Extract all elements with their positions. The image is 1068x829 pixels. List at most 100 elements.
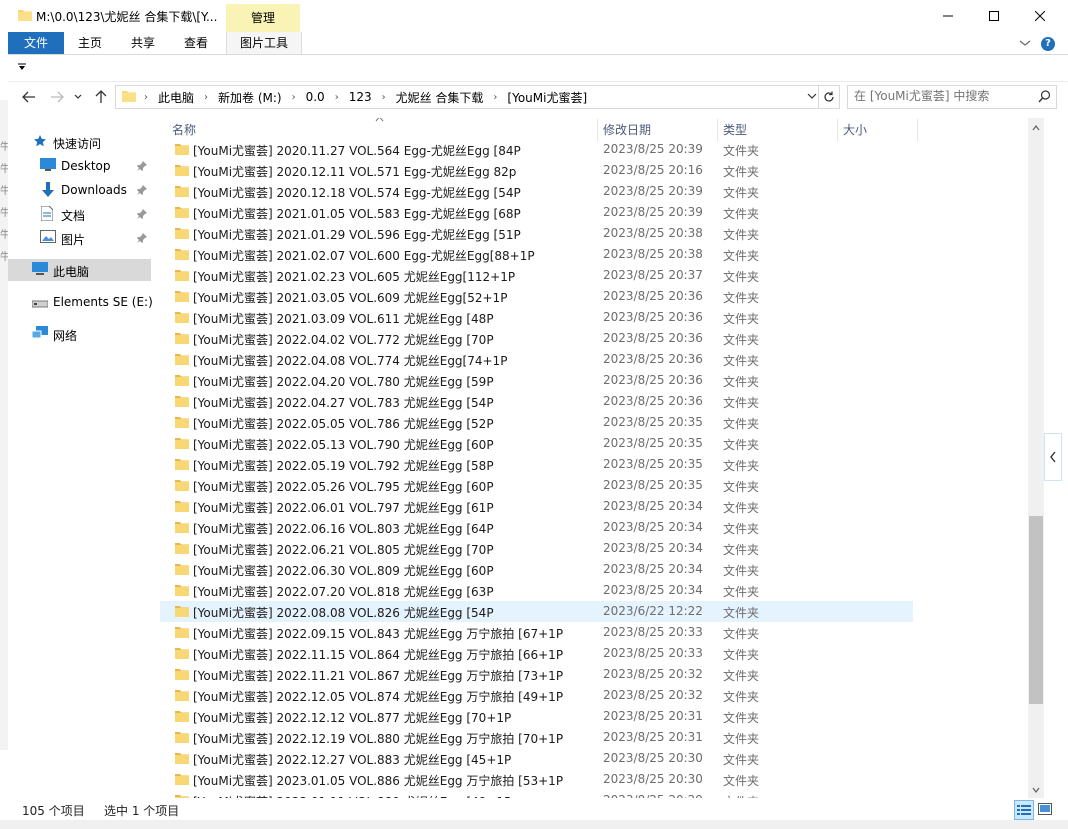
scroll-down-arrow-icon[interactable]: [1032, 782, 1040, 796]
minimize-button[interactable]: [925, 0, 971, 32]
maximize-button[interactable]: [971, 0, 1017, 32]
breadcrumb-folder-123[interactable]: 123: [343, 90, 378, 104]
details-view-button[interactable]: [1014, 800, 1034, 820]
file-row[interactable]: [YouMi尤蜜荟] 2022.04.27 VOL.783 尤妮丝Egg [54…: [160, 391, 913, 412]
nav-item-quick-access[interactable]: 快速访问: [8, 131, 151, 153]
file-row[interactable]: [YouMi尤蜜荟] 2022.04.02 VOL.772 尤妮丝Egg [70…: [160, 328, 913, 349]
column-header-size[interactable]: 大小: [838, 119, 918, 141]
file-row[interactable]: [YouMi尤蜜荟] 2022.11.21 VOL.867 尤妮丝Egg 万宁旅…: [160, 664, 913, 685]
folder-icon: [175, 479, 189, 495]
file-modified-date: 2023/8/25 20:39: [603, 184, 703, 198]
file-modified-date: 2023/8/25 20:34: [603, 562, 703, 576]
file-row[interactable]: [YouMi尤蜜荟] 2021.03.09 VOL.611 尤妮丝Egg [48…: [160, 307, 913, 328]
file-row[interactable]: [YouMi尤蜜荟] 2022.06.01 VOL.797 尤妮丝Egg [61…: [160, 496, 913, 517]
nav-item-documents[interactable]: 文档: [8, 203, 151, 225]
file-row[interactable]: [YouMi尤蜜荟] 2022.07.20 VOL.818 尤妮丝Egg [63…: [160, 580, 913, 601]
breadcrumb-folder-collection[interactable]: 尤妮丝 合集下载: [390, 89, 490, 106]
breadcrumb-separator[interactable]: ›: [288, 92, 300, 103]
tab-picture-tools[interactable]: 图片工具: [226, 32, 302, 54]
file-modified-date: 2023/8/25 20:33: [603, 625, 703, 639]
search-box[interactable]: [847, 85, 1057, 109]
ribbon-tabs: 文件 主页 共享 查看 图片工具 ?: [8, 32, 1068, 54]
file-row[interactable]: [YouMi尤蜜荟] 2022.12.12 VOL.877 尤妮丝Egg [70…: [160, 706, 913, 727]
file-type: 文件夹: [723, 270, 760, 284]
file-row[interactable]: [YouMi尤蜜荟] 2020.12.18 VOL.574 Egg-尤妮丝Egg…: [160, 181, 913, 202]
file-row[interactable]: [YouMi尤蜜荟] 2022.05.26 VOL.795 尤妮丝Egg [60…: [160, 475, 913, 496]
file-row[interactable]: [YouMi尤蜜荟] 2022.12.19 VOL.880 尤妮丝Egg 万宁旅…: [160, 727, 913, 748]
file-row[interactable]: [YouMi尤蜜荟] 2021.03.05 VOL.609 尤妮丝Egg[52+…: [160, 286, 913, 307]
column-header-name[interactable]: 名称: [160, 119, 598, 141]
tab-home[interactable]: 主页: [72, 32, 108, 54]
tab-share[interactable]: 共享: [125, 32, 161, 54]
file-row[interactable]: [YouMi尤蜜荟] 2021.01.29 VOL.596 Egg-尤妮丝Egg…: [160, 223, 913, 244]
tab-file[interactable]: 文件: [8, 32, 64, 54]
breadcrumb-folder-0-0[interactable]: 0.0: [300, 90, 331, 104]
column-header-date[interactable]: 修改日期: [598, 119, 718, 141]
file-row[interactable]: [YouMi尤蜜荟] 2021.02.23 VOL.605 尤妮丝Egg[112…: [160, 265, 913, 286]
close-icon: [1035, 11, 1045, 21]
nav-item-network[interactable]: 网络: [8, 323, 151, 345]
minimize-icon: [943, 15, 953, 17]
tab-view[interactable]: 查看: [178, 32, 214, 54]
file-modified-date: 2023/6/22 12:22: [603, 604, 703, 618]
search-input[interactable]: [854, 87, 1024, 105]
recent-locations-button[interactable]: [72, 88, 84, 106]
folder-icon: [175, 353, 189, 369]
nav-item-pictures[interactable]: 图片: [8, 227, 151, 249]
file-row[interactable]: [YouMi尤蜜荟] 2022.04.08 VOL.774 尤妮丝Egg[74+…: [160, 349, 913, 370]
breadcrumb-separator[interactable]: ›: [378, 92, 390, 103]
file-row[interactable]: [YouMi尤蜜荟] 2020.11.27 VOL.564 Egg-尤妮丝Egg…: [160, 139, 913, 160]
file-name: [YouMi尤蜜荟] 2021.03.05 VOL.609 尤妮丝Egg[52+…: [193, 291, 508, 305]
file-type: 文件夹: [723, 312, 760, 326]
forward-button[interactable]: [48, 88, 66, 106]
file-row[interactable]: [YouMi尤蜜荟] 2023.01.11 VOL.889 尤妮丝Egg [49…: [160, 790, 913, 798]
file-row[interactable]: [YouMi尤蜜荟] 2022.06.16 VOL.803 尤妮丝Egg [64…: [160, 517, 913, 538]
help-button[interactable]: ?: [1041, 37, 1055, 51]
back-button[interactable]: [20, 88, 38, 106]
file-row[interactable]: [YouMi尤蜜荟] 2022.11.15 VOL.864 尤妮丝Egg 万宁旅…: [160, 643, 913, 664]
file-row[interactable]: [YouMi尤蜜荟] 2022.05.13 VOL.790 尤妮丝Egg [60…: [160, 433, 913, 454]
close-button[interactable]: [1017, 0, 1063, 32]
file-row[interactable]: [YouMi尤蜜荟] 2022.09.15 VOL.843 尤妮丝Egg 万宁旅…: [160, 622, 913, 643]
file-row[interactable]: [YouMi尤蜜荟] 2022.12.05 VOL.874 尤妮丝Egg 万宁旅…: [160, 685, 913, 706]
file-row[interactable]: [YouMi尤蜜荟] 2021.01.05 VOL.583 Egg-尤妮丝Egg…: [160, 202, 913, 223]
breadcrumb-this-pc[interactable]: 此电脑: [152, 89, 200, 106]
file-row[interactable]: [YouMi尤蜜荟] 2020.12.11 VOL.571 Egg-尤妮丝Egg…: [160, 160, 913, 181]
scroll-up-arrow-icon[interactable]: [1032, 120, 1040, 134]
breadcrumb-separator[interactable]: ›: [140, 92, 152, 103]
nav-item-desktop[interactable]: Desktop: [8, 155, 151, 177]
refresh-button[interactable]: [818, 86, 839, 108]
file-row[interactable]: [YouMi尤蜜荟] 2022.06.21 VOL.805 尤妮丝Egg [70…: [160, 538, 913, 559]
address-history-dropdown[interactable]: [807, 90, 817, 105]
scrollbar-thumb[interactable]: [1029, 516, 1043, 704]
address-bar[interactable]: › 此电脑 › 新加卷 (M:) › 0.0 › 123 › 尤妮丝 合集下载 …: [115, 85, 840, 109]
column-header-type[interactable]: 类型: [718, 119, 838, 141]
file-name: [YouMi尤蜜荟] 2020.12.11 VOL.571 Egg-尤妮丝Egg…: [193, 165, 517, 179]
large-icons-view-button[interactable]: [1036, 800, 1054, 818]
nav-item-elements-drive[interactable]: Elements SE (E:): [8, 291, 153, 313]
file-row[interactable]: [YouMi尤蜜荟] 2023.01.05 VOL.886 尤妮丝Egg 万宁旅…: [160, 769, 913, 790]
vertical-scrollbar[interactable]: [1028, 118, 1044, 798]
file-row[interactable]: [YouMi尤蜜荟] 2021.02.07 VOL.600 Egg-尤妮丝Egg…: [160, 244, 913, 265]
file-row[interactable]: [YouMi尤蜜荟] 2022.05.19 VOL.792 尤妮丝Egg [58…: [160, 454, 913, 475]
nav-item-this-pc[interactable]: 此电脑: [8, 259, 151, 281]
quick-access-dropdown[interactable]: [18, 63, 26, 74]
file-row[interactable]: [YouMi尤蜜荟] 2022.12.27 VOL.883 尤妮丝Egg [45…: [160, 748, 913, 769]
preview-pane-toggle[interactable]: [1044, 433, 1062, 481]
up-button[interactable]: [92, 88, 110, 106]
breadcrumb-separator[interactable]: ›: [331, 92, 343, 103]
ribbon-expand-button[interactable]: [1019, 37, 1031, 51]
file-row[interactable]: [YouMi尤蜜荟] 2022.08.08 VOL.826 尤妮丝Egg [54…: [160, 601, 913, 622]
file-row[interactable]: [YouMi尤蜜荟] 2022.04.20 VOL.780 尤妮丝Egg [59…: [160, 370, 913, 391]
folder-icon: [175, 605, 189, 621]
breadcrumb-separator[interactable]: ›: [489, 92, 501, 103]
file-modified-date: 2023/8/25 20:36: [603, 373, 703, 387]
breadcrumb-separator[interactable]: ›: [200, 92, 212, 103]
tab-manage[interactable]: 管理: [226, 4, 300, 32]
file-modified-date: 2023/8/25 20:34: [603, 583, 703, 597]
breadcrumb-drive[interactable]: 新加卷 (M:): [212, 89, 288, 106]
breadcrumb-current-folder[interactable]: [YouMi尤蜜荟]: [501, 89, 593, 106]
file-row[interactable]: [YouMi尤蜜荟] 2022.06.30 VOL.809 尤妮丝Egg [60…: [160, 559, 913, 580]
file-row[interactable]: [YouMi尤蜜荟] 2022.05.05 VOL.786 尤妮丝Egg [52…: [160, 412, 913, 433]
nav-item-downloads[interactable]: Downloads: [8, 179, 151, 201]
